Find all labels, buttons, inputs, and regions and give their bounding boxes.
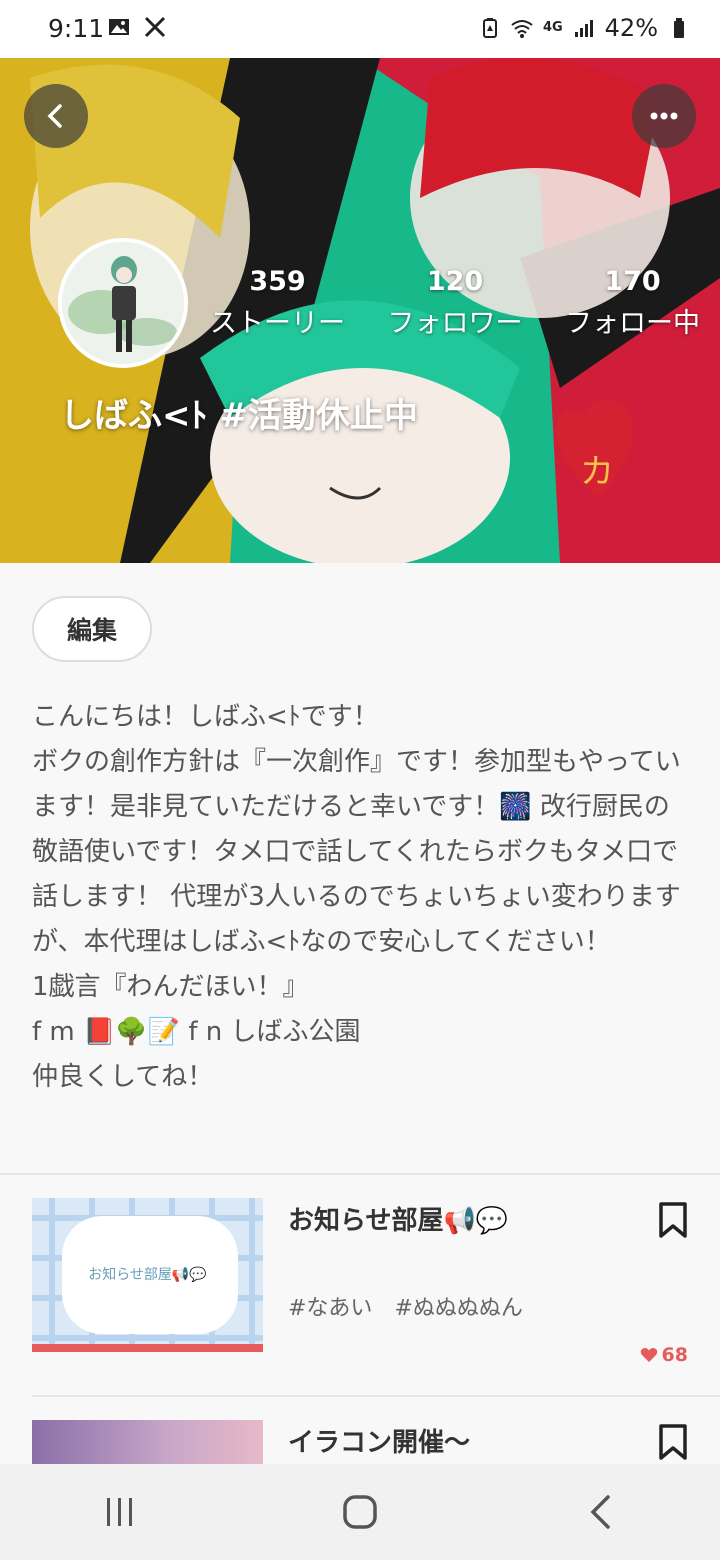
home-icon [343,1495,377,1529]
battery-percent: 42% [604,14,658,42]
stat-value: 359 [249,266,306,297]
more-horizontal-icon [650,112,678,120]
bookmark-icon [659,1424,687,1460]
wifi-icon [511,20,533,38]
edit-profile-button[interactable]: 編集 [32,596,152,662]
network-type: 4G [542,20,563,35]
story-title[interactable]: イラコン開催〜 [288,1422,470,1459]
story-thumbnail[interactable] [32,1420,263,1464]
story-title[interactable]: お知らせ部屋📢💬 [288,1200,508,1237]
username: しばふ<ﾄ #活動休止中 [60,396,418,436]
more-options-button[interactable] [632,84,696,148]
bookmark-icon [659,1202,687,1238]
back-button[interactable] [24,84,88,148]
recent-apps-button[interactable] [80,1482,160,1542]
tag[interactable]: #なあい [288,1290,372,1322]
profile-stats: 359 ストーリー 120 フォロワー 170 フォロー中 [210,266,700,340]
bio-line: f m 📕🌳📝 f n しばふ公園 [32,1017,361,1047]
thumbnail-art [32,1420,263,1464]
profile-banner: カ 359 ストーリー 120 フォロワー 170 フォロー中 しばふ<ﾄ #活… [0,58,720,563]
recent-apps-icon [107,1498,132,1526]
chevron-left-icon [47,104,62,128]
bookmark-button[interactable] [658,1202,688,1242]
stat-value: 170 [604,266,661,297]
stat-stories[interactable]: 359 ストーリー [210,266,345,340]
battery-saver-icon [482,18,497,38]
story-card[interactable]: お知らせ部屋📢💬 お知らせ部屋📢💬 #なあい #ぬぬぬぬん 68 [32,1198,720,1368]
home-button[interactable] [320,1482,400,1542]
profile-bio: こんにちは！しばふ<ﾄです！ ボクの創作方針は『一次創作』です！参加型もやってい… [32,695,692,1100]
stat-label: フォロワー [387,308,523,339]
thumbnail-caption: お知らせ部屋📢💬 [88,1267,207,1283]
heart-icon [640,1348,657,1362]
tag[interactable]: #ぬぬぬぬん [394,1290,522,1322]
system-nav-bar [0,1464,720,1560]
bookmark-button[interactable] [658,1424,688,1464]
story-card[interactable]: イラコン開催〜 [32,1420,720,1464]
stat-label: ストーリー [210,308,345,339]
avatar-illustration [62,242,184,364]
avatar[interactable] [58,238,188,368]
stat-label: フォロー中 [565,308,700,339]
bio-line: こんにちは！しばふ<ﾄです！ [32,702,379,732]
divider [32,1395,720,1397]
thumbnail-accent-bar [32,1344,263,1352]
like-value: 68 [661,1344,688,1366]
stat-following[interactable]: 170 フォロー中 [565,266,700,340]
svg-text:カ: カ [580,452,614,492]
x-app-icon [144,16,166,38]
like-count: 68 [640,1344,688,1366]
nav-back-button[interactable] [560,1482,640,1542]
status-time: 9:11 [48,14,105,43]
signal-icon [574,20,593,37]
bio-line: 仲良くしてね！ [32,1062,214,1092]
stat-followers[interactable]: 120 フォロワー [388,266,523,340]
story-tags: #なあい #ぬぬぬぬん [288,1290,523,1322]
bio-line: ボクの創作方針は『一次創作』です！参加型もやっています！是非見ていただけると幸い… [32,747,681,957]
status-bar: 9:11 4G 42% [0,0,720,58]
divider [0,1173,720,1175]
bio-line: 1戯言『わんだほい！』 [32,972,309,1002]
stat-value: 120 [426,266,484,297]
gallery-icon [109,19,129,35]
story-thumbnail[interactable]: お知らせ部屋📢💬 [32,1198,263,1352]
battery-icon [674,18,684,38]
back-arrow-icon [590,1495,610,1529]
